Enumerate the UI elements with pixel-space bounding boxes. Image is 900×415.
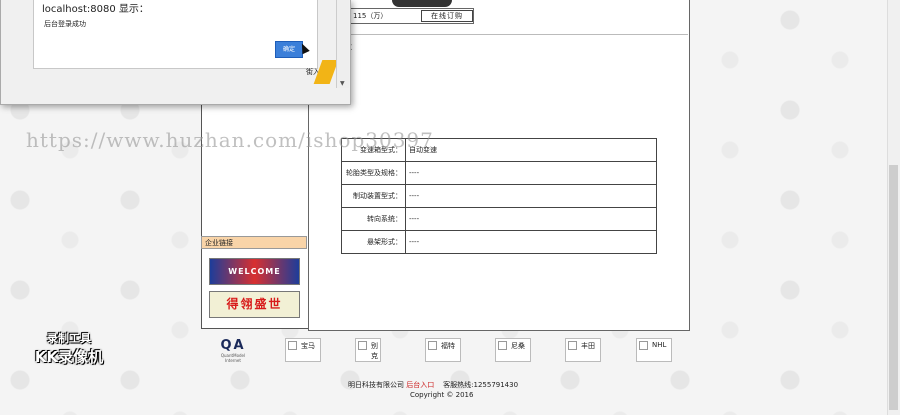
spec-value: ---- xyxy=(405,161,657,185)
links-header: 企业链接 xyxy=(201,236,307,249)
table-row: 制动装置型式： ---- xyxy=(341,184,657,208)
recorder-line1: 录制工具 xyxy=(47,332,91,345)
brand-link-toyota[interactable]: 丰田 xyxy=(565,338,601,362)
broken-image-icon xyxy=(568,341,577,350)
spec-label: 制动装置型式： xyxy=(341,184,406,208)
broken-image-icon xyxy=(639,341,648,350)
footer-info: 明日科技有限公司 后台入口 客服热线:1255791430 xyxy=(348,380,518,390)
spec-table: 变速箱型式： 自动变速 轮胎类型及规格： ---- 制动装置型式： ---- 转… xyxy=(341,138,657,254)
brand-label: 丰田 xyxy=(581,342,595,350)
brand-link-nissan[interactable]: 尼桑 xyxy=(495,338,531,362)
alert-message: 后台登录成功 xyxy=(44,20,86,28)
alert-title: localhost:8080 显示： xyxy=(42,4,149,15)
brand-label: 宝马 xyxy=(301,342,315,350)
footer-hotline: 客服热线:1255791430 xyxy=(443,381,519,389)
recorder-line2: KK录像机 xyxy=(34,348,104,366)
spec-value: ---- xyxy=(405,184,657,208)
car-image xyxy=(392,0,452,7)
spec-value: 自动变速 xyxy=(405,138,657,162)
spec-label: 转向系统： xyxy=(341,207,406,231)
brand-link-bmw[interactable]: 宝马 xyxy=(285,338,321,362)
dialog-scrollbar[interactable] xyxy=(336,0,349,88)
qa-logo-text: QA xyxy=(220,338,246,353)
brand-label: 别克 xyxy=(371,342,378,360)
order-online-button[interactable]: 在线订购 xyxy=(421,10,473,22)
broken-image-icon xyxy=(358,341,367,350)
footer-company: 明日科技有限公司 xyxy=(348,381,404,389)
page-scrollbar-thumb[interactable] xyxy=(889,165,898,410)
brand-link-nhl[interactable]: NHL xyxy=(636,338,672,362)
brand-link-buick[interactable]: 别克 xyxy=(355,338,381,362)
order-bar: 格：115（万） 在线订购 xyxy=(335,8,474,24)
qa-logo-subtext: QuantModel Internet xyxy=(220,353,246,363)
table-row: 悬架形式： ---- xyxy=(341,230,657,254)
brand-label: 尼桑 xyxy=(511,342,525,350)
banner-link-second[interactable]: 得翎盛世 xyxy=(209,291,300,318)
table-row: 转向系统： ---- xyxy=(341,207,657,231)
broken-image-icon xyxy=(498,341,507,350)
brand-label: 福特 xyxy=(441,342,455,350)
broken-image-icon xyxy=(288,341,297,350)
admin-entry-link[interactable]: 后台入口 xyxy=(406,381,434,389)
spec-label: 悬架形式： xyxy=(341,230,406,254)
brand-link-ford[interactable]: 福特 xyxy=(425,338,461,362)
table-row: 轮胎类型及规格： ---- xyxy=(341,161,657,185)
watermark-text: https://www.huzhan.com/ishop30397 xyxy=(26,128,434,152)
divider xyxy=(309,34,688,35)
recorder-watermark: 录制工具 KK录像机 xyxy=(24,330,114,367)
spec-label: 轮胎类型及规格： xyxy=(341,161,406,185)
broken-image-icon xyxy=(428,341,437,350)
qa-logo[interactable]: QA QuantModel Internet xyxy=(213,338,253,363)
scroll-down-arrow-icon[interactable]: ▼ xyxy=(340,80,345,87)
spec-value: ---- xyxy=(405,207,657,231)
brand-label: NHL xyxy=(652,341,667,349)
banner-link-welcome[interactable]: WELCOME xyxy=(209,258,300,285)
spec-value: ---- xyxy=(405,230,657,254)
footer-copyright: Copyright © 2016 xyxy=(410,391,474,399)
